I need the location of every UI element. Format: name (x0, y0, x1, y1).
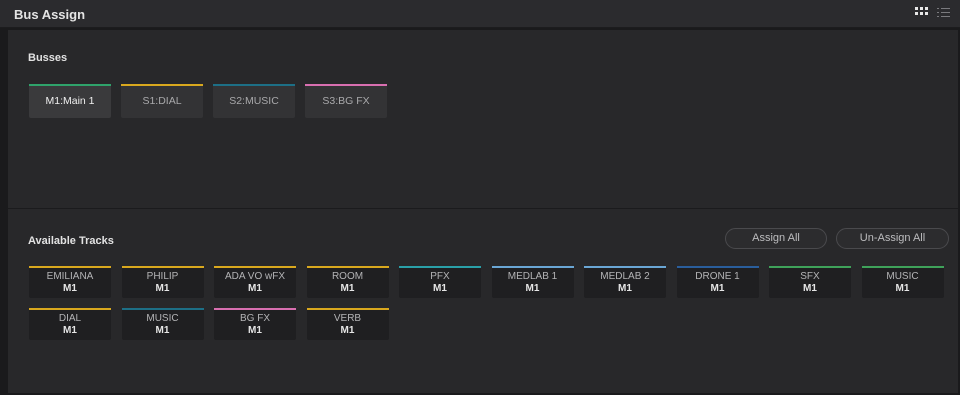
track-name: MEDLAB 1 (507, 271, 558, 282)
track-chip[interactable]: EMILIANA M1 (29, 266, 111, 298)
track-color-bar (769, 266, 851, 268)
track-color-bar (584, 266, 666, 268)
track-name: PHILIP (146, 271, 179, 282)
track-name: MUSIC (146, 313, 179, 324)
track-bus: M1 (248, 325, 262, 336)
track-name: VERB (333, 313, 362, 324)
track-bus: M1 (710, 283, 725, 294)
available-tracks-heading: Available Tracks (28, 235, 114, 247)
bus-color-bar (29, 84, 111, 86)
bus-color-bar (121, 84, 203, 86)
bus-assign-panel: Busses M1:Main 1 S1:DIAL S2:MUSIC S3:BG FX … (8, 30, 958, 393)
track-color-bar (214, 266, 296, 268)
track-chip[interactable]: MUSIC M1 (121, 308, 204, 340)
bus-color-bar (213, 84, 295, 86)
track-chip[interactable]: MUSIC M1 (861, 266, 944, 298)
track-bus: M1 (340, 325, 355, 336)
track-chip[interactable]: ROOM M1 (306, 266, 389, 298)
track-name: MUSIC (886, 271, 919, 282)
track-bus: M1 (340, 283, 355, 294)
grid-view-icon[interactable] (915, 7, 929, 20)
track-name: DRONE 1 (695, 271, 740, 282)
bus-label: S3:BG FX (322, 95, 370, 107)
track-name: BG FX (239, 313, 270, 324)
track-color-bar (121, 308, 204, 310)
track-bus: M1 (248, 283, 262, 294)
track-bus: M1 (525, 283, 540, 294)
track-color-bar (306, 308, 389, 310)
bus-label: M1:Main 1 (45, 95, 95, 107)
track-color-bar (214, 308, 296, 310)
busses-heading: Busses (28, 52, 68, 64)
bus-chip[interactable]: M1:Main 1 (29, 84, 111, 118)
track-bus: M1 (433, 283, 447, 294)
track-color-bar (676, 266, 759, 268)
bus-chip[interactable]: S2:MUSIC (213, 84, 295, 118)
track-chip[interactable]: VERB M1 (306, 308, 389, 340)
track-name: SFX (800, 271, 820, 282)
track-name: DIAL (58, 313, 82, 324)
section-divider (8, 208, 958, 209)
track-color-bar (29, 308, 111, 310)
track-chip[interactable]: SFX M1 (769, 266, 851, 298)
assign-all-button[interactable]: Assign All (725, 228, 827, 249)
bus-label: S1:DIAL (142, 95, 182, 107)
bus-color-bar (305, 84, 387, 86)
track-color-bar (491, 266, 574, 268)
track-bus: M1 (895, 283, 910, 294)
track-name: PFX (430, 271, 450, 282)
track-bus: M1 (618, 283, 632, 294)
track-color-bar (399, 266, 481, 268)
track-chip[interactable]: PFX M1 (399, 266, 481, 298)
track-chip[interactable]: ADA VO wFX M1 (214, 266, 296, 298)
track-chip[interactable]: PHILIP M1 (121, 266, 204, 298)
track-color-bar (861, 266, 944, 268)
track-bus: M1 (803, 283, 817, 294)
track-chip[interactable]: DRONE 1 M1 (676, 266, 759, 298)
bus-chip[interactable]: S3:BG FX (305, 84, 387, 118)
track-name: ADA VO wFX (224, 271, 285, 282)
track-name: ROOM (331, 271, 364, 282)
bus-label: S2:MUSIC (229, 95, 279, 107)
track-color-bar (29, 266, 111, 268)
track-chip[interactable]: BG FX M1 (214, 308, 296, 340)
track-name: MEDLAB 2 (600, 271, 650, 282)
track-chip[interactable]: DIAL M1 (29, 308, 111, 340)
track-bus: M1 (63, 325, 77, 336)
track-chip[interactable]: MEDLAB 2 M1 (584, 266, 666, 298)
bus-chip[interactable]: S1:DIAL (121, 84, 203, 118)
track-chip[interactable]: MEDLAB 1 M1 (491, 266, 574, 298)
title-bar: Bus Assign (0, 0, 960, 28)
window-title: Bus Assign (14, 7, 86, 22)
list-view-icon[interactable] (937, 7, 951, 20)
track-bus: M1 (155, 325, 170, 336)
unassign-all-button[interactable]: Un-Assign All (836, 228, 949, 249)
track-color-bar (121, 266, 204, 268)
track-color-bar (306, 266, 389, 268)
track-bus: M1 (155, 283, 170, 294)
track-bus: M1 (63, 283, 77, 294)
track-name: EMILIANA (46, 271, 94, 282)
